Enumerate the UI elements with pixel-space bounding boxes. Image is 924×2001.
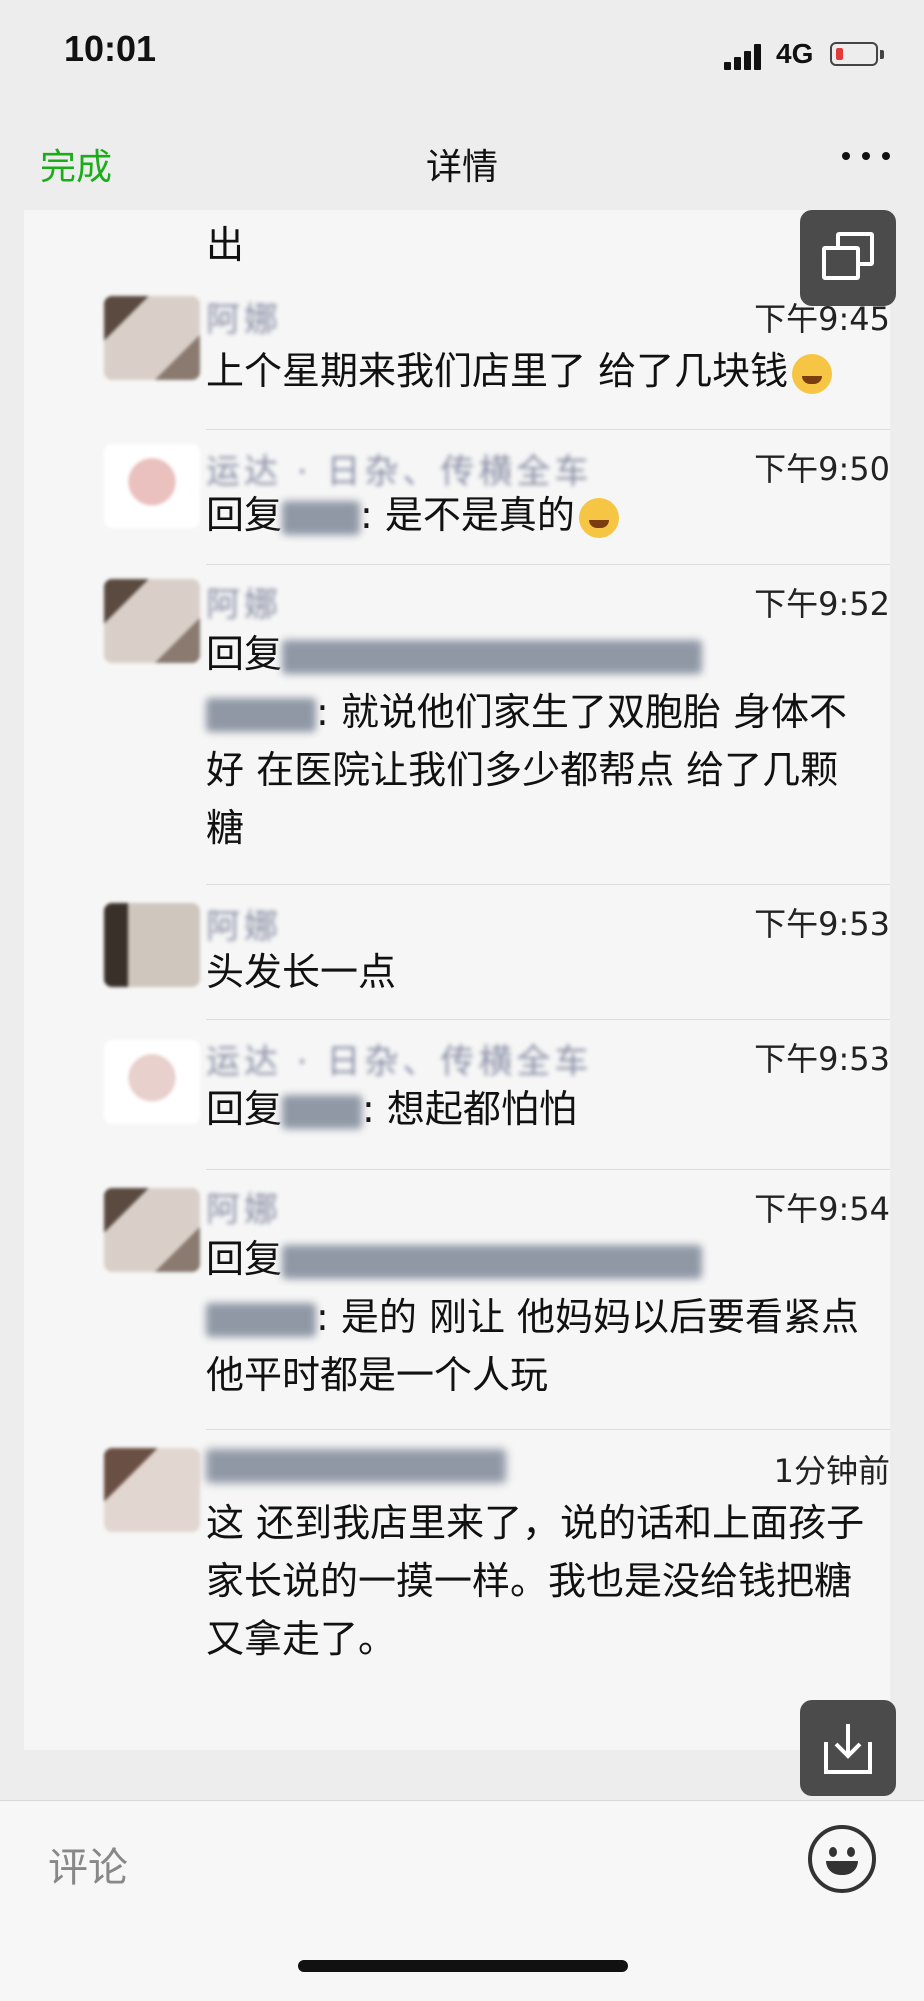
commenter-name[interactable]: 阿娜 <box>206 577 282 626</box>
commenter-name[interactable] <box>206 1444 506 1484</box>
reply-prefix: 回复 <box>206 632 283 676</box>
status-bar: 10:01 4G <box>0 0 924 110</box>
comments-list: 出 阿娜 下午9:45 上个星期来我们店里了 给了几块钱 运达 · 日杂、传横全… <box>24 210 890 1750</box>
comment-input[interactable]: 评论 <box>48 1835 128 1893</box>
avatar[interactable] <box>104 903 200 987</box>
redacted-name <box>206 1448 506 1483</box>
comment-text: 回复 : 是不是真的 <box>206 486 876 544</box>
floating-window-button[interactable] <box>800 210 896 306</box>
redacted-name <box>282 639 703 674</box>
commenter-name[interactable]: 阿娜 <box>206 899 282 948</box>
previous-comment-tail: 出 <box>206 223 245 267</box>
comment-text: 这 还到我店里来了，说的话和上面孩子家长说的一摸一样。我也是没给钱把糖又拿走了。 <box>206 1501 865 1661</box>
comment-time: 下午9:52 <box>754 585 890 623</box>
page-title: 详情 <box>425 147 498 188</box>
surprised-emoji-icon <box>578 497 619 538</box>
commenter-name[interactable]: 阿娜 <box>206 1182 282 1231</box>
comment-item[interactable]: 运达 · 日杂、传横全车 下午9:53 回复 : 想起都怕怕 <box>24 1020 890 1170</box>
battery-icon <box>830 42 884 66</box>
smiley-icon[interactable] <box>808 1825 876 1893</box>
comment-time: 下午9:53 <box>754 1040 890 1078</box>
nav-bar: 完成 详情 <box>0 110 924 220</box>
comment-text: 回复 : 想起都怕怕 <box>206 1080 876 1138</box>
redacted-name <box>282 500 361 535</box>
avatar[interactable] <box>104 1188 200 1272</box>
comment-item[interactable]: 阿娜 下午9:54 回复: 是的 刚让 他妈妈以后要看紧点 他平时都是一个人玩 <box>24 1170 890 1430</box>
avatar[interactable] <box>104 296 200 380</box>
comment-text: 回复: 就说他们家生了双胞胎 身体不好 在医院让我们多少都帮点 给了几颗糖 <box>206 625 876 857</box>
signal-icon <box>724 44 764 70</box>
comment-item[interactable]: 1分钟前 这 还到我店里来了，说的话和上面孩子家长说的一摸一样。我也是没给钱把糖… <box>24 1430 890 1750</box>
comment-text: 头发长一点 <box>206 950 397 994</box>
redacted-name <box>206 697 316 732</box>
reply-prefix: 回复 <box>206 1237 283 1281</box>
comment-time: 下午9:53 <box>754 905 890 943</box>
network-type: 4G <box>776 38 814 69</box>
comment-text-content: 上个星期来我们店里了 给了几块钱 <box>206 349 789 393</box>
comment-item[interactable]: 阿娜 下午9:52 回复: 就说他们家生了双胞胎 身体不好 在医院让我们多少都帮… <box>24 565 890 885</box>
comment-item[interactable]: 阿娜 下午9:53 头发长一点 <box>24 885 890 1020</box>
save-button[interactable] <box>800 1700 896 1796</box>
reply-text: : 想起都怕怕 <box>362 1087 577 1131</box>
avatar[interactable] <box>104 1448 200 1532</box>
save-download-icon <box>824 1724 872 1774</box>
redacted-name <box>282 1094 363 1129</box>
avatar[interactable] <box>104 579 200 663</box>
redacted-name <box>282 1244 703 1279</box>
comment-time: 下午9:54 <box>754 1190 890 1228</box>
redacted-name <box>206 1302 316 1337</box>
commenter-name[interactable]: 阿娜 <box>206 292 282 341</box>
avatar[interactable] <box>104 444 200 528</box>
comment-time: 下午9:50 <box>754 450 890 488</box>
comment-text: 回复: 是的 刚让 他妈妈以后要看紧点 他平时都是一个人玩 <box>206 1230 876 1404</box>
reply-text: : 是不是真的 <box>360 493 575 537</box>
avatar[interactable] <box>104 1040 200 1124</box>
laughing-crying-emoji-icon <box>792 353 833 394</box>
home-indicator[interactable] <box>298 1960 628 1972</box>
more-dots-icon[interactable] <box>842 150 890 162</box>
comment-item[interactable]: 运达 · 日杂、传横全车 下午9:50 回复: 是不是真的 <box>24 430 890 565</box>
reply-prefix: 回复 <box>206 1087 283 1131</box>
commenter-name[interactable]: 运达 · 日杂、传横全车 <box>206 1034 592 1083</box>
reply-prefix: 回复 <box>206 493 283 537</box>
floating-window-icon <box>822 232 874 284</box>
comment-text: 上个星期来我们店里了 给了几块钱 <box>206 342 876 400</box>
status-time: 10:01 <box>64 28 157 69</box>
comment-time: 1分钟前 <box>773 1452 890 1490</box>
comment-item[interactable]: 阿娜 下午9:45 上个星期来我们店里了 给了几块钱 <box>24 280 890 430</box>
